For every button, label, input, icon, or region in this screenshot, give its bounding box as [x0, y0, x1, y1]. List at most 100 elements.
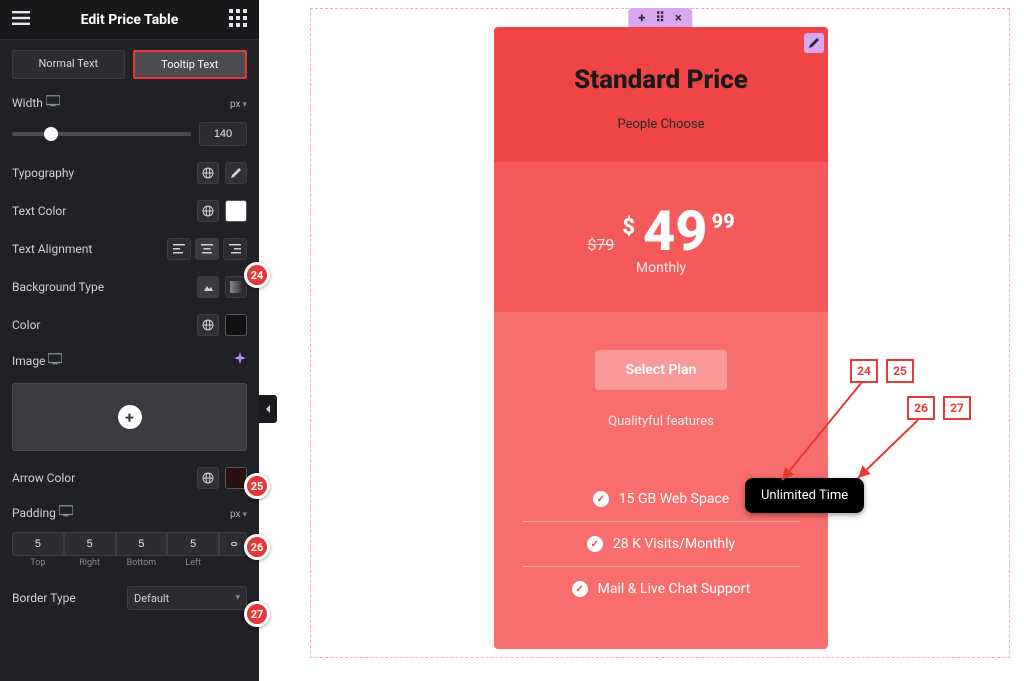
editor-sidebar: Edit Price Table Normal Text Tooltip Tex…: [0, 0, 259, 681]
check-icon: ✓: [593, 491, 609, 507]
legend-26: 26: [907, 396, 935, 420]
responsive-icon[interactable]: [46, 96, 60, 110]
width-slider-row: [0, 118, 259, 154]
ai-sparkle-icon[interactable]: [233, 352, 247, 369]
typography-label: Typography: [12, 166, 74, 180]
typography-row: Typography: [0, 154, 259, 192]
align-right-button[interactable]: [223, 238, 247, 260]
price-body: $79 $ 49 99 Monthly: [494, 162, 828, 312]
padding-bottom-label: Bottom: [127, 558, 157, 568]
link-values-button[interactable]: [219, 532, 247, 556]
padding-right-label: Right: [79, 558, 100, 568]
color-row: Color: [0, 306, 259, 344]
border-type-label: Border Type: [12, 591, 76, 605]
price-cents: 99: [712, 209, 735, 233]
image-label: Image: [12, 354, 45, 368]
pencil-icon[interactable]: [225, 162, 247, 184]
color-swatch[interactable]: [225, 314, 247, 336]
padding-left-input[interactable]: [167, 532, 219, 556]
apps-grid-icon[interactable]: [229, 9, 247, 30]
drag-icon[interactable]: ⠿: [655, 12, 665, 25]
padding-top-label: Top: [30, 558, 45, 568]
old-price: $79: [587, 235, 614, 254]
border-type-select[interactable]: Default ▾: [127, 586, 247, 610]
align-left-button[interactable]: [167, 238, 191, 260]
legend-25: 25: [886, 359, 914, 383]
tooltip: Unlimited Time: [745, 478, 864, 513]
width-row: Width px▾: [0, 87, 259, 118]
tab-normal-text[interactable]: Normal Text: [12, 50, 125, 79]
border-type-row: Border Type Default ▾: [0, 578, 259, 618]
padding-unit[interactable]: px: [230, 509, 241, 520]
callout-badge-24: 24: [244, 262, 270, 288]
sidebar-title: Edit Price Table: [81, 12, 179, 28]
price-period: Monthly: [636, 260, 686, 276]
add-icon[interactable]: +: [638, 12, 645, 25]
tab-tooltip-text[interactable]: Tooltip Text: [133, 50, 248, 79]
check-icon: ✓: [587, 536, 603, 552]
text-align-label: Text Alignment: [12, 242, 92, 256]
color-swatch[interactable]: [225, 200, 247, 222]
padding-bottom-input[interactable]: [116, 532, 168, 556]
image-upload-well[interactable]: +: [12, 383, 247, 451]
sidebar-collapse-button[interactable]: [259, 395, 277, 423]
hamburger-icon[interactable]: [12, 9, 30, 30]
bg-gradient-button[interactable]: [225, 276, 247, 298]
text-color-label: Text Color: [12, 204, 66, 218]
feature-text: 28 K Visits/Monthly: [613, 536, 735, 552]
width-unit[interactable]: px: [230, 99, 241, 110]
bg-type-row: Background Type: [0, 268, 259, 306]
widget-toolbar[interactable]: + ⠿ ×: [628, 8, 692, 28]
feature-item: ✓ Mail & Live Chat Support: [522, 567, 800, 611]
border-type-value: Default: [134, 592, 169, 605]
plus-icon: +: [118, 405, 142, 429]
width-slider[interactable]: [12, 132, 191, 136]
edit-pencil-button[interactable]: [804, 33, 824, 53]
feature-text: Mail & Live Chat Support: [598, 581, 751, 597]
image-row: Image: [0, 344, 259, 377]
responsive-icon[interactable]: [48, 354, 62, 368]
callout-badge-27: 27: [244, 601, 270, 627]
sidebar-header: Edit Price Table: [0, 0, 259, 40]
callout-badge-25: 25: [244, 473, 270, 499]
globe-icon[interactable]: [197, 162, 219, 184]
arrow-color-label: Arrow Color: [12, 471, 75, 485]
responsive-icon[interactable]: [59, 506, 73, 520]
align-center-button[interactable]: [195, 238, 219, 260]
padding-row: Padding px▾: [0, 497, 259, 528]
width-label: Width: [12, 96, 43, 110]
padding-top-input[interactable]: [12, 532, 64, 556]
chevron-down-icon: ▾: [242, 510, 247, 520]
price-card: Standard Price People Choose $79 $ 49 99…: [494, 27, 828, 649]
price-subtitle: People Choose: [494, 117, 828, 132]
padding-inputs: Top Right Bottom Left: [0, 528, 259, 568]
bg-classic-button[interactable]: [197, 276, 219, 298]
feature-item: ✓ 28 K Visits/Monthly: [522, 522, 800, 567]
globe-icon[interactable]: [197, 467, 219, 489]
width-value-input[interactable]: [199, 122, 247, 146]
chevron-down-icon: ▾: [235, 593, 240, 603]
padding-left-label: Left: [185, 558, 201, 568]
check-icon: ✓: [572, 581, 588, 597]
chevron-down-icon: ▾: [242, 100, 247, 110]
padding-label: Padding: [12, 506, 56, 520]
tagline: Qualityful features: [494, 414, 828, 429]
arrow-color-row: Arrow Color: [0, 459, 259, 497]
feature-text: 15 GB Web Space: [619, 491, 729, 507]
legend-27: 27: [943, 396, 971, 420]
globe-icon[interactable]: [197, 200, 219, 222]
select-plan-button[interactable]: Select Plan: [595, 350, 727, 390]
bg-type-label: Background Type: [12, 280, 104, 294]
callout-badge-26: 26: [244, 534, 270, 560]
legend-24: 24: [850, 359, 878, 383]
price-amount: 49: [643, 198, 708, 264]
currency: $: [622, 215, 635, 240]
text-color-row: Text Color: [0, 192, 259, 230]
preview-canvas: + ⠿ × Standard Price People Choose $79 $…: [310, 8, 1010, 658]
padding-right-input[interactable]: [64, 532, 116, 556]
close-icon[interactable]: ×: [675, 12, 682, 25]
globe-icon[interactable]: [197, 314, 219, 336]
text-tabs: Normal Text Tooltip Text: [0, 40, 259, 87]
price-header: Standard Price People Choose: [494, 27, 828, 162]
color-label: Color: [12, 318, 40, 332]
